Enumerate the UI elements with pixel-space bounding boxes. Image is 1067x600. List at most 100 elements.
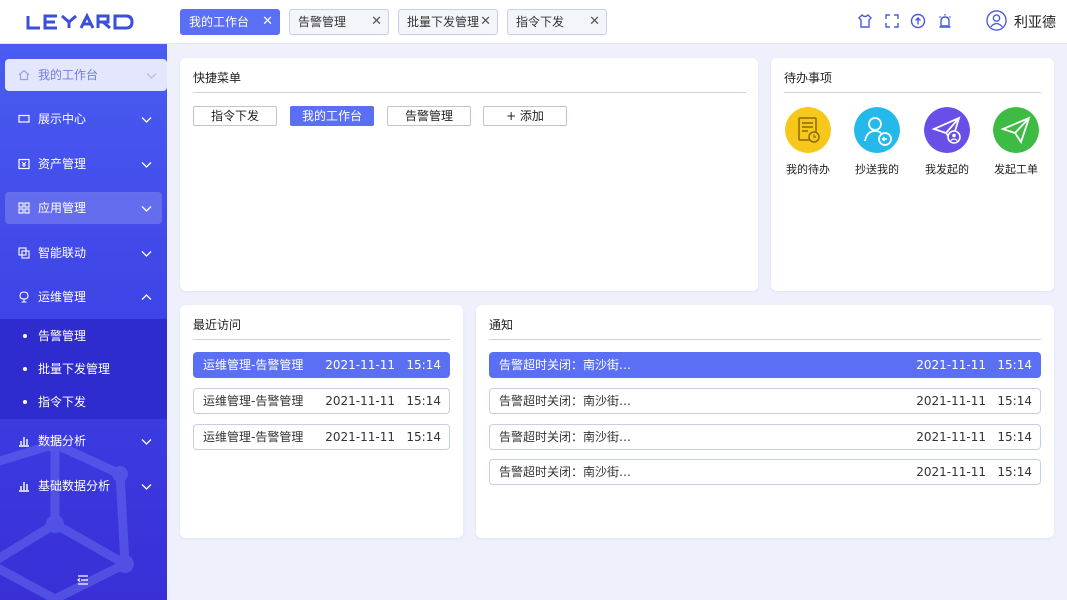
submenu-item-command-dispatch[interactable]: 指令下发 — [0, 387, 167, 417]
sidebar-item-label: 资产管理 — [38, 157, 87, 171]
todo-cc-me[interactable]: 抄送我的 — [853, 107, 901, 176]
chevron-down-icon — [146, 73, 157, 79]
sidebar-item-data-analysis[interactable]: 数据分析 — [5, 425, 162, 457]
recent-item-date: 2021-11-11 15:14 — [325, 430, 441, 444]
list-item[interactable]: 告警超时关闭：南沙街… 2021-11-11 15:14 — [489, 388, 1041, 414]
submenu-item-label: 指令下发 — [38, 395, 87, 409]
recent-item-text: 运维管理-告警管理 — [203, 430, 304, 444]
quick-button-command-dispatch[interactable]: 指令下发 — [193, 106, 277, 126]
user-name: 利亚德 — [1014, 15, 1056, 31]
sidebar-item-label: 智能联动 — [38, 246, 87, 260]
maintenance-icon — [19, 291, 29, 303]
monitor-icon — [18, 114, 30, 123]
top-bar: 我的工作台 ✕ 告警管理 ✕ 批量下发管理 ✕ 指令下发 ✕ 利亚德 — [0, 0, 1067, 44]
document-clock-icon — [785, 107, 831, 153]
submenu-item-batch-dispatch[interactable]: 批量下发管理 — [0, 354, 167, 384]
notice-item-date: 2021-11-11 15:14 — [916, 358, 1032, 372]
asset-icon — [18, 158, 30, 170]
notice-title: 通知 — [489, 318, 514, 332]
submenu-item-alarm-management[interactable]: 告警管理 — [0, 321, 167, 351]
close-icon[interactable]: ✕ — [262, 10, 273, 34]
recent-item-text: 运维管理-告警管理 — [203, 358, 304, 372]
user-cc-icon — [854, 107, 900, 153]
bar-chart-icon — [19, 437, 29, 447]
todo-label: 我发起的 — [925, 163, 969, 176]
list-item[interactable]: 运维管理-告警管理 2021-11-11 15:14 — [193, 388, 450, 414]
notice-item-date: 2021-11-11 15:14 — [916, 394, 1032, 408]
tab-batch-dispatch[interactable]: 批量下发管理 ✕ — [398, 9, 498, 35]
recent-item-text: 运维管理-告警管理 — [203, 394, 304, 408]
tab-label: 我的工作台 — [189, 15, 250, 29]
list-item[interactable]: 运维管理-告警管理 2021-11-11 15:14 — [193, 424, 450, 450]
shirt-icon[interactable] — [857, 13, 873, 29]
recent-item-date: 2021-11-11 15:14 — [325, 394, 441, 408]
sidebar-item-label: 基础数据分析 — [38, 479, 111, 493]
todo-title: 待办事项 — [784, 71, 833, 85]
list-item[interactable]: 告警超时关闭：南沙街… 2021-11-11 15:14 — [489, 459, 1041, 485]
submenu-item-label: 告警管理 — [38, 329, 87, 343]
tab-alarm-management[interactable]: 告警管理 ✕ — [289, 9, 389, 35]
tab-my-workbench[interactable]: 我的工作台 ✕ — [180, 9, 280, 35]
chevron-down-icon — [141, 439, 152, 445]
divider — [193, 92, 746, 93]
sidebar-item-maintenance[interactable]: 运维管理 — [5, 281, 162, 313]
chevron-up-icon — [141, 294, 152, 300]
quick-button-my-workbench[interactable]: 我的工作台 — [290, 106, 374, 126]
todo-create-ticket[interactable]: 发起工单 — [992, 107, 1040, 176]
grid-icon — [18, 202, 30, 214]
chevron-down-icon — [141, 484, 152, 490]
sidebar-item-basic-data-analysis[interactable]: 基础数据分析 — [5, 470, 162, 502]
bullet-icon — [23, 400, 27, 404]
tab-command-dispatch[interactable]: 指令下发 ✕ — [507, 9, 607, 35]
close-icon[interactable]: ✕ — [371, 10, 382, 34]
sidebar-item-display-center[interactable]: 展示中心 — [5, 103, 162, 135]
submenu-item-label: 批量下发管理 — [38, 362, 111, 376]
quick-menu-title: 快捷菜单 — [193, 71, 242, 85]
list-item[interactable]: 告警超时关闭：南沙街… 2021-11-11 15:14 — [489, 352, 1041, 378]
todo-card: 待办事项 我的待办 抄送我的 我发起的 发起工单 — [771, 58, 1054, 291]
home-icon — [18, 69, 30, 81]
chevron-down-icon — [141, 206, 152, 212]
close-icon[interactable]: ✕ — [589, 10, 600, 34]
sidebar-item-smart-linkage[interactable]: 智能联动 — [5, 237, 162, 269]
chevron-down-icon — [141, 251, 152, 257]
sidebar-item-asset-management[interactable]: 资产管理 — [5, 148, 162, 180]
leyard-logo[interactable] — [26, 13, 140, 31]
sidebar-item-label: 我的工作台 — [38, 68, 99, 82]
bullet-icon — [23, 334, 27, 338]
bar-chart-icon — [19, 482, 29, 492]
tab-label: 批量下发管理 — [407, 15, 480, 29]
todo-label: 发起工单 — [994, 163, 1038, 176]
collapse-menu-icon[interactable] — [77, 574, 89, 586]
quick-menu-card: 快捷菜单 指令下发 我的工作台 告警管理 + 添加 — [180, 58, 758, 291]
todo-my-pending[interactable]: 我的待办 — [784, 107, 832, 176]
chevron-down-icon — [141, 117, 152, 123]
bullet-icon — [23, 367, 27, 371]
sidebar-item-my-workbench[interactable]: 我的工作台 — [5, 59, 167, 91]
chevron-down-icon — [141, 162, 152, 168]
fullscreen-icon[interactable] — [884, 13, 900, 29]
list-item[interactable]: 运维管理-告警管理 2021-11-11 15:14 — [193, 352, 450, 378]
add-button[interactable]: + 添加 — [483, 106, 567, 126]
notice-item-text: 告警超时关闭：南沙街… — [499, 394, 632, 408]
close-icon[interactable]: ✕ — [480, 10, 491, 34]
tab-label: 指令下发 — [516, 15, 565, 29]
sidebar-item-app-management[interactable]: 应用管理 — [5, 192, 162, 224]
divider — [489, 339, 1041, 340]
divider — [193, 339, 450, 340]
notice-item-date: 2021-11-11 15:14 — [916, 430, 1032, 444]
tab-label: 告警管理 — [298, 15, 347, 29]
notice-card: 通知 告警超时关闭：南沙街… 2021-11-11 15:14 告警超时关闭：南… — [476, 305, 1054, 538]
sidebar: 我的工作台 展示中心 资产管理 应用管理 智能联动 运维管理 告警管理 批量下发… — [0, 44, 167, 600]
todo-initiated-by-me[interactable]: 我发起的 — [923, 107, 971, 176]
quick-button-alarm-management[interactable]: 告警管理 — [387, 106, 471, 126]
todo-label: 我的待办 — [786, 163, 830, 176]
upload-icon[interactable] — [910, 13, 926, 29]
divider — [784, 92, 1041, 93]
recent-item-date: 2021-11-11 15:14 — [325, 358, 441, 372]
notice-item-text: 告警超时关闭：南沙街… — [499, 430, 632, 444]
sidebar-item-label: 展示中心 — [38, 112, 87, 126]
list-item[interactable]: 告警超时关闭：南沙街… 2021-11-11 15:14 — [489, 424, 1041, 450]
notice-item-date: 2021-11-11 15:14 — [916, 465, 1032, 479]
alarm-icon[interactable] — [937, 13, 953, 29]
